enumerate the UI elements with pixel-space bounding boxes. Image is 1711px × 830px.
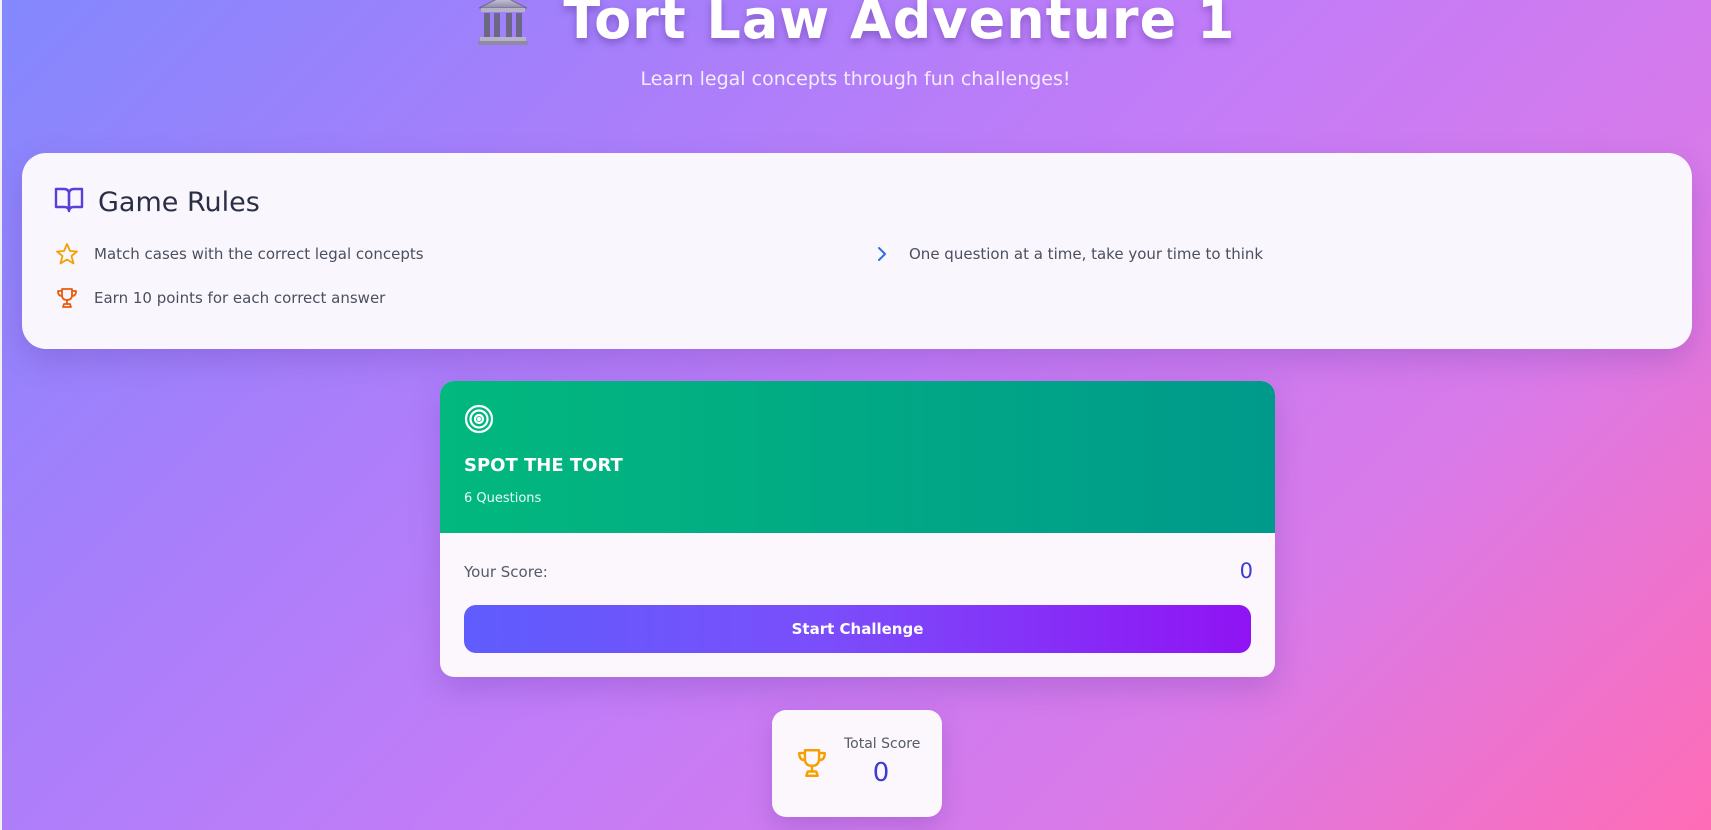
challenge-card-spot-the-tort: SPOT THE TORT 6 Questions Your Score: 0 … — [440, 381, 1275, 677]
page-subtitle: Learn legal concepts through fun challen… — [640, 68, 1071, 90]
rule-text: One question at a time, take your time t… — [909, 245, 1264, 263]
trophy-icon — [54, 285, 80, 311]
challenge-header: SPOT THE TORT 6 Questions — [440, 381, 1275, 533]
rule-item-pace: One question at a time, take your time t… — [869, 241, 1263, 267]
total-score-value: 0 — [872, 758, 890, 788]
total-score-label: Total Score — [844, 736, 921, 752]
game-rules-title: Game Rules — [98, 187, 260, 218]
target-icon — [463, 403, 495, 435]
question-count: 6 Questions — [464, 491, 542, 506]
page-header: Tort Law Adventure 1 Learn legal concept… — [0, 0, 1711, 110]
total-score-card: Total Score 0 — [772, 710, 942, 817]
classical-building-icon — [475, 0, 531, 48]
page-title: Tort Law Adventure 1 — [563, 0, 1236, 51]
star-icon — [54, 241, 80, 267]
title-row: Tort Law Adventure 1 — [0, 0, 1711, 51]
window-edge — [0, 0, 2, 830]
your-score-label: Your Score: — [464, 563, 548, 581]
your-score-value: 0 — [1239, 559, 1253, 583]
open-book-icon — [54, 185, 84, 220]
rule-item-points: Earn 10 points for each correct answer — [54, 285, 385, 311]
game-rules-card: Game Rules Match cases with the correct … — [22, 153, 1692, 349]
trophy-icon — [795, 746, 829, 780]
challenge-title: SPOT THE TORT — [464, 455, 623, 476]
rule-item-match: Match cases with the correct legal conce… — [54, 241, 424, 267]
rule-text: Match cases with the correct legal conce… — [94, 245, 424, 263]
rule-text: Earn 10 points for each correct answer — [94, 289, 386, 307]
chevron-right-icon — [869, 241, 895, 267]
game-rules-heading: Game Rules — [54, 185, 260, 220]
start-challenge-button[interactable]: Start Challenge — [464, 605, 1251, 653]
